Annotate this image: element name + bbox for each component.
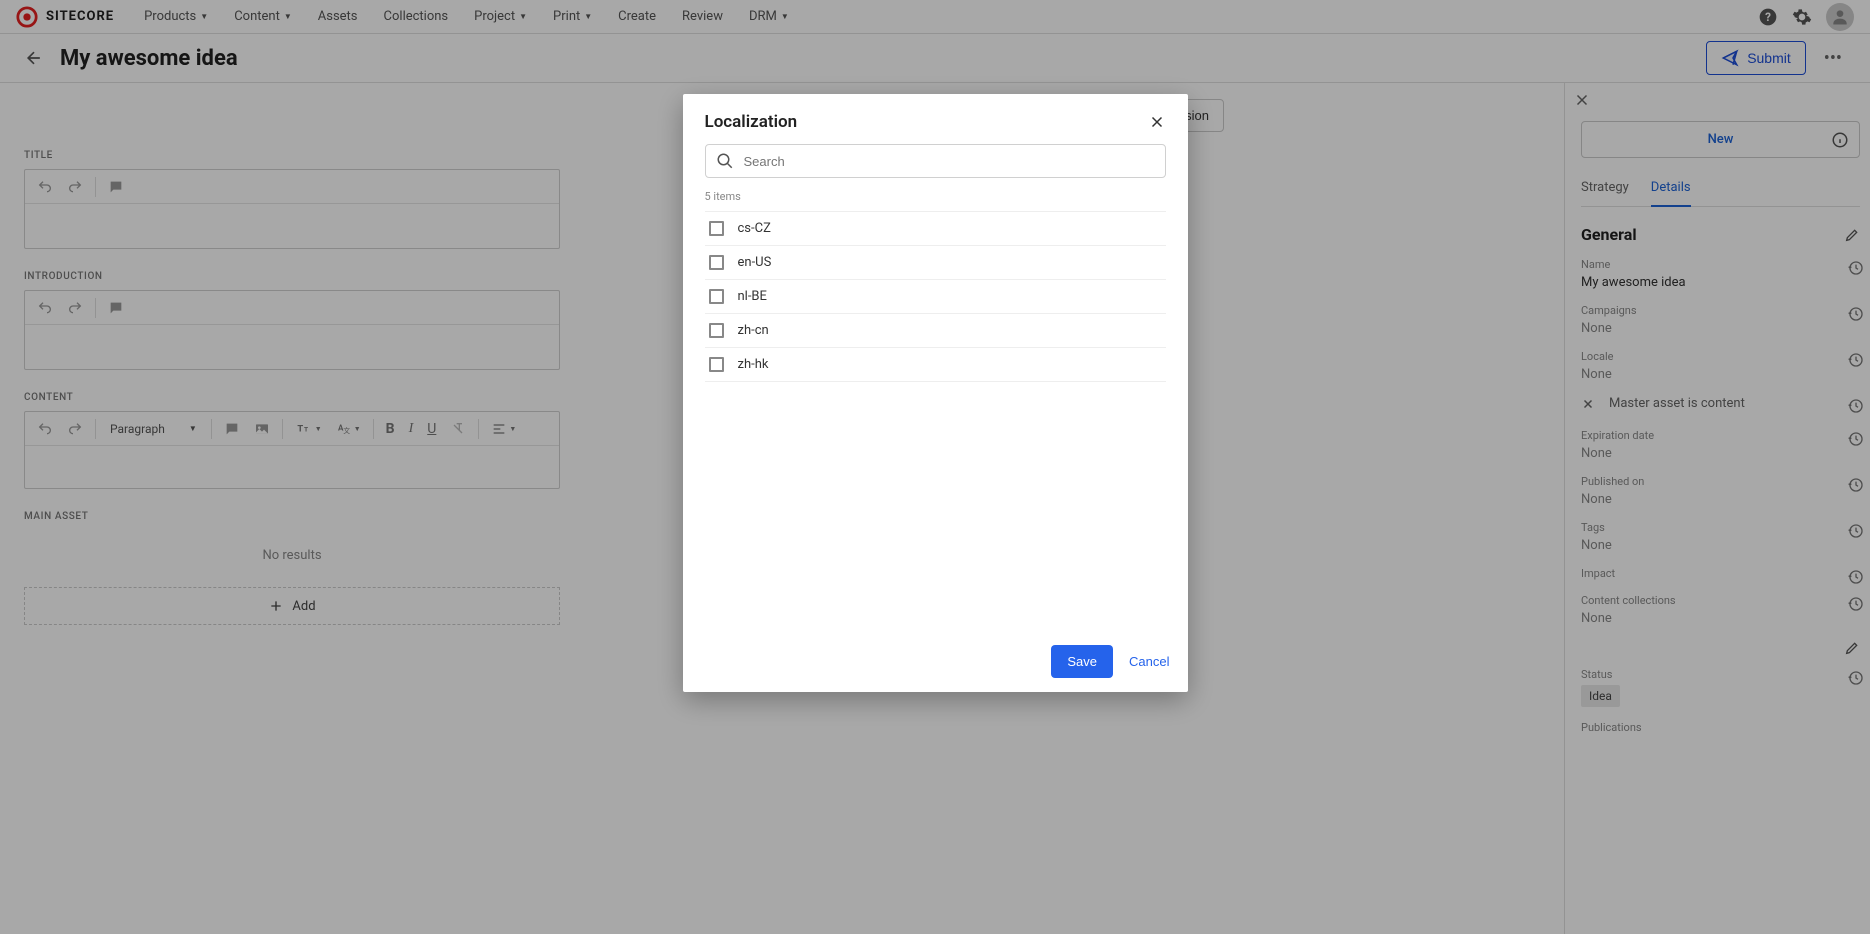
modal-save-button[interactable]: Save [1051,645,1113,678]
close-icon[interactable] [1148,113,1166,131]
locale-item-nl-be[interactable]: nl-BE [705,280,1166,314]
modal-overlay: Localization 5 items cs-CZ en-US nl-BE z… [0,0,1870,934]
checkbox[interactable] [709,323,724,338]
modal-title: Localization [705,112,798,132]
locale-item-en-us[interactable]: en-US [705,246,1166,280]
locale-item-cs-cz[interactable]: cs-CZ [705,212,1166,246]
checkbox[interactable] [709,289,724,304]
items-count: 5 items [705,190,1166,203]
checkbox[interactable] [709,357,724,372]
locale-list: cs-CZ en-US nl-BE zh-cn zh-hk [705,211,1166,382]
locale-item-zh-cn[interactable]: zh-cn [705,314,1166,348]
checkbox[interactable] [709,221,724,236]
localization-modal: Localization 5 items cs-CZ en-US nl-BE z… [683,94,1188,692]
search-icon [716,152,734,170]
search-box [705,144,1166,178]
modal-cancel-button[interactable]: Cancel [1129,654,1169,669]
locale-item-zh-hk[interactable]: zh-hk [705,348,1166,382]
checkbox[interactable] [709,255,724,270]
search-input[interactable] [744,154,1155,169]
